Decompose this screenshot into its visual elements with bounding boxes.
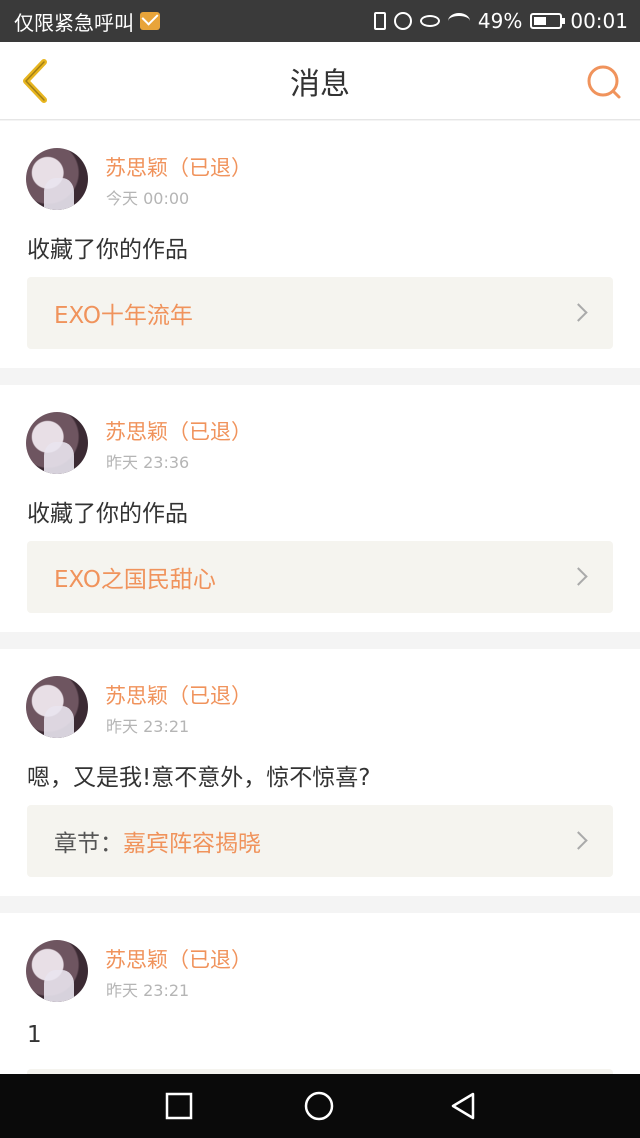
message-card: 苏思颖（已退） 昨天 23:21 嗯，又是我!意不意外，惊不惊喜? 章节： 嘉宾…: [0, 649, 640, 896]
app-header: 消息: [0, 42, 640, 120]
message-text: 收藏了你的作品: [27, 501, 188, 527]
chapter-label: 章节：: [54, 831, 123, 857]
message-time: 今天 00:00: [106, 189, 190, 208]
chevron-right-icon: [569, 567, 588, 586]
work-title: EXO十年流年: [54, 303, 193, 329]
status-bar: 仅限紧急呼叫 49% 00:01: [0, 0, 640, 42]
battery-percent: 49%: [477, 9, 523, 33]
message-card: 苏思颖（已退） 昨天 23:36 收藏了你的作品 EXO之国民甜心: [0, 385, 640, 632]
avatar[interactable]: [26, 940, 88, 1002]
message-time: 昨天 23:36: [106, 453, 190, 472]
avatar[interactable]: [26, 412, 88, 474]
recent-apps-button[interactable]: [162, 1089, 196, 1123]
notification-mail-icon: [140, 12, 160, 30]
back-button[interactable]: [14, 56, 58, 106]
user-name[interactable]: 苏思颖（已退）: [105, 152, 252, 182]
message-list[interactable]: 苏思颖（已退） 今天 00:00 收藏了你的作品 EXO十年流年 苏思颖（已退）…: [0, 121, 640, 1074]
system-back-button[interactable]: [446, 1089, 480, 1123]
eye-comfort-icon: [419, 15, 440, 27]
vibrate-icon: [373, 12, 386, 30]
chapter-link[interactable]: 章节： 嘉宾阵容揭晓: [27, 805, 613, 877]
clock: 00:01: [570, 9, 628, 33]
wifi-icon: [447, 13, 470, 29]
avatar[interactable]: [26, 148, 88, 210]
carrier-text: 仅限紧急呼叫: [14, 10, 134, 35]
message-text: 1: [27, 1022, 42, 1048]
user-name[interactable]: 苏思颖（已退）: [105, 680, 252, 710]
user-name[interactable]: 苏思颖（已退）: [105, 944, 252, 974]
battery-icon: [530, 13, 566, 29]
work-link[interactable]: EXO之国民甜心: [27, 541, 613, 613]
work-title: EXO之国民甜心: [54, 567, 216, 593]
status-right: 49% 00:01: [373, 9, 628, 33]
status-left: 仅限紧急呼叫: [14, 7, 160, 36]
message-time: 昨天 23:21: [106, 717, 190, 736]
work-link[interactable]: EXO十年流年: [27, 277, 613, 349]
page-title: 消息: [290, 66, 350, 102]
chapter-title: 嘉宾阵容揭晓: [123, 831, 261, 857]
chevron-right-icon: [569, 303, 588, 322]
message-time: 昨天 23:21: [106, 981, 190, 1000]
alarm-icon: [393, 12, 412, 30]
navigation-bar: [0, 1074, 640, 1138]
message-text: 收藏了你的作品: [27, 237, 188, 263]
home-button[interactable]: [302, 1089, 336, 1123]
user-name[interactable]: 苏思颖（已退）: [105, 416, 252, 446]
search-button[interactable]: [584, 62, 624, 102]
avatar[interactable]: [26, 676, 88, 738]
search-icon: [587, 65, 621, 99]
chevron-right-icon: [569, 831, 588, 850]
message-text: 嗯，又是我!意不意外，惊不惊喜?: [27, 765, 371, 791]
back-arrow-icon: [23, 59, 47, 103]
message-card: 苏思颖（已退） 昨天 23:21 1: [0, 913, 640, 1074]
message-card: 苏思颖（已退） 今天 00:00 收藏了你的作品 EXO十年流年: [0, 121, 640, 368]
